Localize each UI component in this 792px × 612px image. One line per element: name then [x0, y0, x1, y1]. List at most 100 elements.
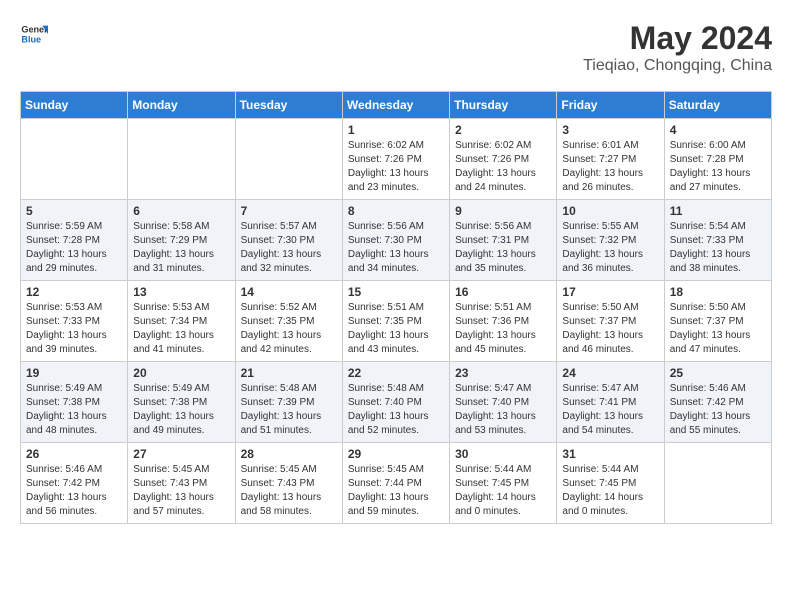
- calendar-week-row: 19 Sunrise: 5:49 AMSunset: 7:38 PMDaylig…: [21, 362, 772, 443]
- day-info: Sunrise: 5:46 AMSunset: 7:42 PMDaylight:…: [26, 463, 122, 519]
- day-number: 6: [133, 204, 229, 218]
- day-info: Sunrise: 5:57 AMSunset: 7:30 PMDaylight:…: [241, 220, 337, 276]
- calendar-day-cell: [21, 119, 128, 200]
- day-info: Sunrise: 5:58 AMSunset: 7:29 PMDaylight:…: [133, 220, 229, 276]
- calendar-day-cell: 21 Sunrise: 5:48 AMSunset: 7:39 PMDaylig…: [235, 362, 342, 443]
- calendar-day-cell: 22 Sunrise: 5:48 AMSunset: 7:40 PMDaylig…: [342, 362, 449, 443]
- calendar-week-row: 1 Sunrise: 6:02 AMSunset: 7:26 PMDayligh…: [21, 119, 772, 200]
- day-number: 23: [455, 366, 551, 380]
- day-number: 22: [348, 366, 444, 380]
- calendar-day-cell: 14 Sunrise: 5:52 AMSunset: 7:35 PMDaylig…: [235, 281, 342, 362]
- day-number: 26: [26, 447, 122, 461]
- calendar-week-row: 26 Sunrise: 5:46 AMSunset: 7:42 PMDaylig…: [21, 443, 772, 524]
- day-number: 2: [455, 123, 551, 137]
- calendar-day-cell: 17 Sunrise: 5:50 AMSunset: 7:37 PMDaylig…: [557, 281, 664, 362]
- day-number: 28: [241, 447, 337, 461]
- day-number: 12: [26, 285, 122, 299]
- day-number: 13: [133, 285, 229, 299]
- calendar-day-cell: 10 Sunrise: 5:55 AMSunset: 7:32 PMDaylig…: [557, 200, 664, 281]
- weekday-header: Monday: [128, 92, 235, 119]
- day-info: Sunrise: 5:53 AMSunset: 7:34 PMDaylight:…: [133, 301, 229, 357]
- day-info: Sunrise: 5:51 AMSunset: 7:35 PMDaylight:…: [348, 301, 444, 357]
- calendar-day-cell: 29 Sunrise: 5:45 AMSunset: 7:44 PMDaylig…: [342, 443, 449, 524]
- day-info: Sunrise: 5:50 AMSunset: 7:37 PMDaylight:…: [670, 301, 766, 357]
- calendar-day-cell: 16 Sunrise: 5:51 AMSunset: 7:36 PMDaylig…: [450, 281, 557, 362]
- day-number: 19: [26, 366, 122, 380]
- page-header: General Blue May 2024 Tieqiao, Chongqing…: [20, 20, 772, 75]
- day-number: 27: [133, 447, 229, 461]
- day-number: 18: [670, 285, 766, 299]
- day-number: 24: [562, 366, 658, 380]
- calendar-day-cell: 31 Sunrise: 5:44 AMSunset: 7:45 PMDaylig…: [557, 443, 664, 524]
- day-info: Sunrise: 5:49 AMSunset: 7:38 PMDaylight:…: [26, 382, 122, 438]
- calendar-table: SundayMondayTuesdayWednesdayThursdayFrid…: [20, 91, 772, 524]
- calendar-week-row: 5 Sunrise: 5:59 AMSunset: 7:28 PMDayligh…: [21, 200, 772, 281]
- calendar-day-cell: 30 Sunrise: 5:44 AMSunset: 7:45 PMDaylig…: [450, 443, 557, 524]
- day-number: 5: [26, 204, 122, 218]
- day-info: Sunrise: 6:00 AMSunset: 7:28 PMDaylight:…: [670, 139, 766, 195]
- day-info: Sunrise: 5:45 AMSunset: 7:44 PMDaylight:…: [348, 463, 444, 519]
- weekday-header: Tuesday: [235, 92, 342, 119]
- svg-text:Blue: Blue: [21, 34, 41, 44]
- calendar-week-row: 12 Sunrise: 5:53 AMSunset: 7:33 PMDaylig…: [21, 281, 772, 362]
- month-title: May 2024: [583, 20, 772, 57]
- day-number: 9: [455, 204, 551, 218]
- day-number: 15: [348, 285, 444, 299]
- day-info: Sunrise: 5:45 AMSunset: 7:43 PMDaylight:…: [241, 463, 337, 519]
- day-number: 30: [455, 447, 551, 461]
- day-number: 16: [455, 285, 551, 299]
- day-info: Sunrise: 5:46 AMSunset: 7:42 PMDaylight:…: [670, 382, 766, 438]
- weekday-header: Saturday: [664, 92, 771, 119]
- day-info: Sunrise: 5:54 AMSunset: 7:33 PMDaylight:…: [670, 220, 766, 276]
- day-info: Sunrise: 5:45 AMSunset: 7:43 PMDaylight:…: [133, 463, 229, 519]
- calendar-day-cell: [235, 119, 342, 200]
- day-info: Sunrise: 6:02 AMSunset: 7:26 PMDaylight:…: [455, 139, 551, 195]
- day-number: 21: [241, 366, 337, 380]
- day-info: Sunrise: 5:56 AMSunset: 7:31 PMDaylight:…: [455, 220, 551, 276]
- day-info: Sunrise: 5:51 AMSunset: 7:36 PMDaylight:…: [455, 301, 551, 357]
- calendar-day-cell: 25 Sunrise: 5:46 AMSunset: 7:42 PMDaylig…: [664, 362, 771, 443]
- day-number: 25: [670, 366, 766, 380]
- calendar-day-cell: 24 Sunrise: 5:47 AMSunset: 7:41 PMDaylig…: [557, 362, 664, 443]
- calendar-day-cell: 15 Sunrise: 5:51 AMSunset: 7:35 PMDaylig…: [342, 281, 449, 362]
- day-number: 8: [348, 204, 444, 218]
- day-info: Sunrise: 5:53 AMSunset: 7:33 PMDaylight:…: [26, 301, 122, 357]
- day-info: Sunrise: 5:44 AMSunset: 7:45 PMDaylight:…: [455, 463, 551, 519]
- calendar-day-cell: 6 Sunrise: 5:58 AMSunset: 7:29 PMDayligh…: [128, 200, 235, 281]
- day-info: Sunrise: 5:55 AMSunset: 7:32 PMDaylight:…: [562, 220, 658, 276]
- day-number: 1: [348, 123, 444, 137]
- calendar-day-cell: 28 Sunrise: 5:45 AMSunset: 7:43 PMDaylig…: [235, 443, 342, 524]
- day-number: 31: [562, 447, 658, 461]
- day-info: Sunrise: 5:56 AMSunset: 7:30 PMDaylight:…: [348, 220, 444, 276]
- calendar-day-cell: 13 Sunrise: 5:53 AMSunset: 7:34 PMDaylig…: [128, 281, 235, 362]
- weekday-header: Thursday: [450, 92, 557, 119]
- day-number: 3: [562, 123, 658, 137]
- title-area: May 2024 Tieqiao, Chongqing, China: [583, 20, 772, 75]
- day-number: 17: [562, 285, 658, 299]
- day-info: Sunrise: 5:50 AMSunset: 7:37 PMDaylight:…: [562, 301, 658, 357]
- location: Tieqiao, Chongqing, China: [583, 57, 772, 75]
- calendar-day-cell: 11 Sunrise: 5:54 AMSunset: 7:33 PMDaylig…: [664, 200, 771, 281]
- calendar-day-cell: [664, 443, 771, 524]
- calendar-day-cell: [128, 119, 235, 200]
- calendar-day-cell: 23 Sunrise: 5:47 AMSunset: 7:40 PMDaylig…: [450, 362, 557, 443]
- day-info: Sunrise: 5:59 AMSunset: 7:28 PMDaylight:…: [26, 220, 122, 276]
- day-number: 7: [241, 204, 337, 218]
- day-number: 10: [562, 204, 658, 218]
- calendar-day-cell: 26 Sunrise: 5:46 AMSunset: 7:42 PMDaylig…: [21, 443, 128, 524]
- day-info: Sunrise: 6:02 AMSunset: 7:26 PMDaylight:…: [348, 139, 444, 195]
- day-info: Sunrise: 5:48 AMSunset: 7:39 PMDaylight:…: [241, 382, 337, 438]
- logo-icon: General Blue: [20, 20, 48, 48]
- weekday-header: Sunday: [21, 92, 128, 119]
- calendar-header: SundayMondayTuesdayWednesdayThursdayFrid…: [21, 92, 772, 119]
- day-info: Sunrise: 5:48 AMSunset: 7:40 PMDaylight:…: [348, 382, 444, 438]
- day-info: Sunrise: 5:47 AMSunset: 7:41 PMDaylight:…: [562, 382, 658, 438]
- weekday-header: Friday: [557, 92, 664, 119]
- day-number: 4: [670, 123, 766, 137]
- calendar-day-cell: 12 Sunrise: 5:53 AMSunset: 7:33 PMDaylig…: [21, 281, 128, 362]
- day-info: Sunrise: 5:47 AMSunset: 7:40 PMDaylight:…: [455, 382, 551, 438]
- day-info: Sunrise: 5:49 AMSunset: 7:38 PMDaylight:…: [133, 382, 229, 438]
- calendar-day-cell: 7 Sunrise: 5:57 AMSunset: 7:30 PMDayligh…: [235, 200, 342, 281]
- logo: General Blue: [20, 20, 48, 48]
- calendar-day-cell: 1 Sunrise: 6:02 AMSunset: 7:26 PMDayligh…: [342, 119, 449, 200]
